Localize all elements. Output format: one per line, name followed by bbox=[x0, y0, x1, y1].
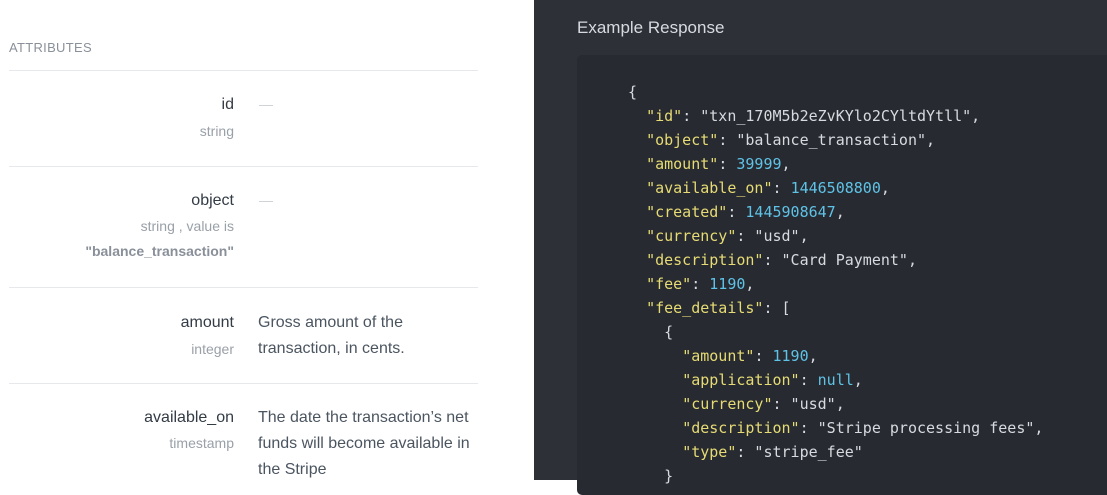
code-line: "currency": "usd", bbox=[628, 224, 1043, 248]
json-text: , bbox=[781, 155, 791, 173]
code-line: "object": "balance_transaction", bbox=[628, 128, 1043, 152]
divider bbox=[9, 383, 478, 384]
json-text: { bbox=[628, 83, 638, 101]
attribute-type: integer bbox=[191, 341, 234, 357]
json-key: "created" bbox=[646, 203, 728, 221]
attribute-type-value: "balance_transaction" bbox=[85, 243, 234, 259]
json-number: 39999 bbox=[736, 155, 782, 173]
attribute-type: string , value is bbox=[140, 218, 234, 234]
json-text: : bbox=[691, 275, 710, 293]
code-line: { bbox=[628, 320, 1043, 344]
json-key: "currency" bbox=[646, 227, 737, 245]
json-text: { bbox=[664, 323, 674, 341]
json-text: : [ bbox=[763, 299, 791, 317]
code-line: "application": null, bbox=[628, 368, 1043, 392]
empty-description-dash: — bbox=[259, 192, 273, 208]
attribute-name: available_on bbox=[144, 409, 234, 426]
attribute-description: Gross amount of the transaction, in cent… bbox=[258, 314, 405, 357]
empty-description-dash: — bbox=[259, 96, 273, 112]
json-text: } bbox=[664, 467, 674, 485]
divider bbox=[9, 166, 478, 167]
json-text: : "usd", bbox=[772, 395, 845, 413]
code-block: { "id": "txn_170M5b2eZvKYlo2CYltdYtll", … bbox=[577, 55, 1107, 495]
code-line: "type": "stripe_fee" bbox=[628, 440, 1043, 464]
code-line: { bbox=[628, 80, 1043, 104]
json-text: : "Stripe processing fees", bbox=[799, 419, 1044, 437]
code-line: "description": "Card Payment", bbox=[628, 248, 1043, 272]
json-number: 1446508800 bbox=[790, 179, 881, 197]
attribute-type: timestamp bbox=[169, 435, 234, 451]
attributes-panel: ATTRIBUTES id string — object string , v… bbox=[0, 0, 534, 480]
code-line: "id": "txn_170M5b2eZvKYlo2CYltdYtll", bbox=[628, 104, 1043, 128]
json-number: 1190 bbox=[772, 347, 809, 365]
json-text: , bbox=[835, 203, 845, 221]
code-line: "fee_details": [ bbox=[628, 296, 1043, 320]
json-key: "application" bbox=[682, 371, 800, 389]
json-key: "description" bbox=[646, 251, 764, 269]
attribute-type: string bbox=[199, 123, 234, 139]
json-text: : "stripe_fee" bbox=[736, 443, 863, 461]
json-text: : bbox=[799, 371, 818, 389]
json-key: "description" bbox=[682, 419, 800, 437]
json-text: : "usd", bbox=[736, 227, 809, 245]
json-key: "available_on" bbox=[646, 179, 773, 197]
example-response-title: Example Response bbox=[577, 18, 725, 37]
json-text: , bbox=[853, 371, 863, 389]
json-key: "currency" bbox=[682, 395, 773, 413]
json-text: : bbox=[718, 155, 737, 173]
json-text: : bbox=[772, 179, 791, 197]
json-key: "type" bbox=[682, 443, 737, 461]
json-key: "object" bbox=[646, 131, 719, 149]
json-text: : "Card Payment", bbox=[763, 251, 917, 269]
json-text: , bbox=[745, 275, 755, 293]
code-line: "description": "Stripe processing fees", bbox=[628, 416, 1043, 440]
json-number: null bbox=[817, 371, 854, 389]
attribute-name: id bbox=[221, 96, 234, 113]
json-text: , bbox=[808, 347, 818, 365]
json-key: "id" bbox=[646, 107, 683, 125]
json-key: "amount" bbox=[646, 155, 719, 173]
divider bbox=[9, 287, 478, 288]
json-text: : bbox=[754, 347, 773, 365]
attribute-name: amount bbox=[180, 314, 234, 331]
code-line: "available_on": 1446508800, bbox=[628, 176, 1043, 200]
divider bbox=[9, 70, 478, 71]
json-text: , bbox=[880, 179, 890, 197]
code-line: "created": 1445908647, bbox=[628, 200, 1043, 224]
code-line: "amount": 39999, bbox=[628, 152, 1043, 176]
code-line: "fee": 1190, bbox=[628, 272, 1043, 296]
json-text: : "txn_170M5b2eZvKYlo2CYltdYtll", bbox=[682, 107, 981, 125]
json-key: "fee_details" bbox=[646, 299, 764, 317]
example-response-panel: Example Response { "id": "txn_170M5b2eZv… bbox=[534, 0, 1107, 495]
json-code: { "id": "txn_170M5b2eZvKYlo2CYltdYtll", … bbox=[628, 80, 1043, 488]
code-line: } bbox=[628, 464, 1043, 488]
attribute-name: object bbox=[191, 192, 234, 209]
json-text: : "balance_transaction", bbox=[718, 131, 936, 149]
code-line: "currency": "usd", bbox=[628, 392, 1043, 416]
json-key: "fee" bbox=[646, 275, 692, 293]
json-number: 1445908647 bbox=[745, 203, 836, 221]
attribute-description: The date the transaction’s net funds wil… bbox=[258, 409, 470, 478]
attributes-heading: ATTRIBUTES bbox=[9, 40, 92, 55]
json-text: : bbox=[727, 203, 746, 221]
code-line: "amount": 1190, bbox=[628, 344, 1043, 368]
json-key: "amount" bbox=[682, 347, 755, 365]
json-number: 1190 bbox=[709, 275, 746, 293]
